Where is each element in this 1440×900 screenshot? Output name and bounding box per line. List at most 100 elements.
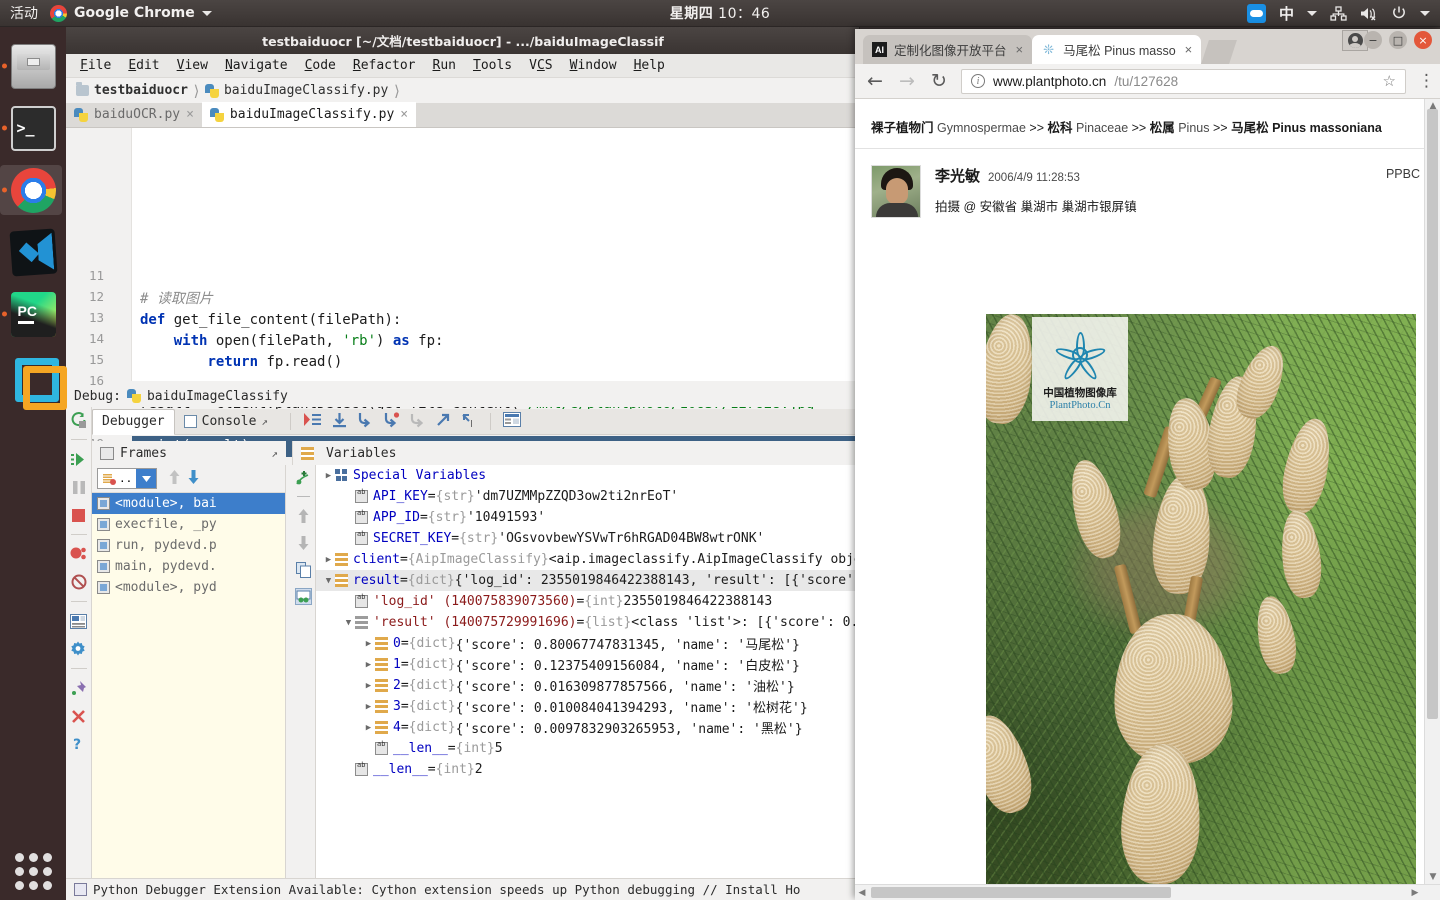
remove-watch-icon[interactable]	[297, 496, 310, 497]
show-execution-point-icon[interactable]	[303, 412, 322, 431]
twisty-expanded-icon[interactable]: ▼	[322, 576, 335, 586]
variable-row[interactable]: APP_ID = {str} '10491593'	[316, 507, 859, 528]
pycharm-titlebar[interactable]: testbaiduocr [~/文档/testbaiduocr] - .../b…	[66, 27, 859, 54]
pin-tab-icon[interactable]: ↗	[261, 415, 268, 428]
code-editor[interactable]: 11 12 13 14 15 16 17 18 19 # 读取图片 def ge…	[66, 128, 859, 457]
statusbar-message[interactable]: Python Debugger Extension Available: Cyt…	[93, 882, 800, 897]
menu-code[interactable]: Code	[299, 57, 342, 74]
copy-icon[interactable]	[295, 561, 312, 578]
tab-console[interactable]: Console ↗	[175, 409, 277, 435]
taxon-la[interactable]: Pinus	[1178, 121, 1209, 135]
thread-selector[interactable]: ..	[97, 468, 158, 489]
page-vertical-scrollbar[interactable]: ▲ ▼	[1424, 99, 1440, 884]
variable-row[interactable]: ▼ 'result' (140075729991696) = {list} <cl…	[316, 612, 859, 633]
launcher-item-pycharm[interactable]: PC	[0, 283, 66, 345]
launcher-item-terminal[interactable]: >_	[0, 97, 66, 159]
close-button[interactable]: ×	[1414, 31, 1432, 49]
back-button[interactable]: ←	[865, 70, 885, 92]
inspect-icon[interactable]	[295, 588, 312, 605]
editor-tab-baiduimageclassify[interactable]: baiduImageClassify.py ×	[201, 102, 417, 127]
add-watch-icon[interactable]	[295, 469, 312, 486]
menu-run[interactable]: Run	[427, 57, 462, 74]
step-over-icon[interactable]	[331, 412, 348, 432]
taxon-cn-current[interactable]: 马尾松	[1231, 121, 1269, 135]
menu-tools[interactable]: Tools	[467, 57, 518, 74]
plant-photo[interactable]: 中国植物图像库 PlantPhoto.Cn	[986, 314, 1416, 900]
move-down-icon[interactable]	[295, 534, 312, 551]
help-icon[interactable]: ?	[70, 735, 88, 753]
force-step-into-icon[interactable]	[383, 411, 400, 432]
editor-tab-baiduocr[interactable]: baiduOCR.py ×	[66, 102, 202, 127]
rerun-icon[interactable]	[70, 411, 88, 429]
menu-vcs[interactable]: VCS	[523, 57, 558, 74]
pin-icon[interactable]	[70, 679, 88, 697]
twisty-collapsed-icon[interactable]: ▶	[362, 681, 375, 691]
bookmark-star-icon[interactable]: ☆	[1383, 72, 1396, 90]
variable-row[interactable]: __len__ = {int} 2	[316, 759, 859, 780]
variable-row[interactable]: ▶ 2 = {dict} {'score': 0.016309877857566,…	[316, 675, 859, 696]
scrollbar-thumb[interactable]	[1427, 109, 1438, 719]
menu-view[interactable]: View	[171, 57, 214, 74]
chrome-tab-2[interactable]: ❊ 马尾松 Pinus masso ×	[1032, 35, 1202, 64]
chrome-menu-icon[interactable]: ⋮	[1418, 72, 1435, 89]
close-icon[interactable]: ×	[400, 107, 408, 122]
close-icon[interactable]: ×	[186, 107, 194, 122]
variable-row[interactable]: API_KEY = {str} 'dm7UZMMpZZQD3ow2ti2nrEo…	[316, 486, 859, 507]
view-breakpoints-icon[interactable]	[70, 545, 88, 563]
taxon-cn[interactable]: 松属	[1150, 121, 1175, 135]
menu-navigate[interactable]: Navigate	[219, 57, 294, 74]
launcher-item-chrome[interactable]	[0, 159, 66, 221]
menu-file[interactable]: File	[74, 57, 117, 74]
stop-icon[interactable]	[70, 506, 88, 524]
twisty-collapsed-icon[interactable]: ▶	[362, 723, 375, 733]
variable-row[interactable]: ▶ 3 = {dict} {'score': 0.010084041394293,…	[316, 696, 859, 717]
tab-debugger[interactable]: Debugger	[92, 408, 175, 435]
launcher-item-vmware[interactable]	[0, 345, 67, 410]
frames-list[interactable]: <module>, bai execfile, _py run, pydevd.…	[92, 493, 285, 900]
frame-row[interactable]: <module>, bai	[92, 493, 285, 514]
move-up-icon[interactable]	[167, 469, 182, 489]
taxon-la[interactable]: Pinaceae	[1076, 121, 1128, 135]
frame-row[interactable]: run, pydevd.p	[92, 535, 285, 556]
scroll-down-icon[interactable]: ▼	[1425, 870, 1440, 884]
mute-breakpoints-icon[interactable]	[70, 573, 88, 591]
twisty-collapsed-icon[interactable]: ▶	[362, 660, 375, 670]
menu-window[interactable]: Window	[564, 57, 623, 74]
breadcrumb-item-project[interactable]: testbaiduocr	[76, 82, 188, 98]
new-tab-button[interactable]	[1201, 40, 1238, 64]
pin-icon[interactable]: ↗	[271, 447, 286, 460]
minimize-button[interactable]: −	[1364, 31, 1382, 49]
taxon-la-current[interactable]: Pinus massoniana	[1272, 121, 1382, 135]
twisty-collapsed-icon[interactable]: ▶	[322, 555, 335, 565]
variable-row[interactable]: ▶ Special Variables	[316, 465, 859, 486]
run-to-cursor-icon[interactable]	[435, 412, 452, 432]
move-down-icon[interactable]	[186, 469, 201, 489]
show-applications-button[interactable]	[0, 853, 66, 890]
twisty-collapsed-icon[interactable]: ▶	[362, 702, 375, 712]
launcher-item-files[interactable]	[0, 35, 66, 97]
menu-refactor[interactable]: Refactor	[347, 57, 422, 74]
menu-help[interactable]: Help	[628, 57, 671, 74]
variable-row[interactable]: ▼ result = {dict} {'log_id': 235501984642…	[316, 570, 859, 591]
variable-row[interactable]: ▶ 0 = {dict} {'score': 0.80067747831345, …	[316, 633, 859, 654]
variable-row[interactable]: ▶ 4 = {dict} {'score': 0.0097832903265953…	[316, 717, 859, 738]
evaluate-expression-icon[interactable]	[503, 412, 522, 431]
scrollbar-thumb[interactable]	[871, 887, 1171, 898]
author-name[interactable]: 李光敏	[935, 165, 980, 186]
frame-row[interactable]: execfile, _py	[92, 514, 285, 535]
taxon-cn[interactable]: 松科	[1048, 121, 1073, 135]
restore-layout-icon[interactable]	[70, 612, 88, 630]
move-up-icon[interactable]	[295, 507, 312, 524]
step-into-icon[interactable]	[357, 412, 374, 432]
scroll-right-icon[interactable]: ▶	[1408, 885, 1422, 900]
chrome-tab-1[interactable]: AI 定制化图像开放平台 ×	[863, 35, 1033, 64]
resume-program-icon[interactable]	[70, 450, 88, 468]
variables-panel[interactable]: ▶ Special Variables API_KEY = {str} 'dm7UZ…	[316, 465, 859, 900]
reload-button[interactable]: ↻	[929, 70, 949, 92]
maximize-button[interactable]: □	[1389, 31, 1407, 49]
close-icon[interactable]	[70, 707, 88, 725]
variable-row[interactable]: SECRET_KEY = {str} 'OGsvovbewYSVwTr6hRGA…	[316, 528, 859, 549]
twisty-collapsed-icon[interactable]: ▶	[362, 639, 375, 649]
scroll-left-icon[interactable]: ◀	[855, 885, 869, 900]
step-out-to-caller-icon[interactable]: I	[461, 412, 478, 432]
